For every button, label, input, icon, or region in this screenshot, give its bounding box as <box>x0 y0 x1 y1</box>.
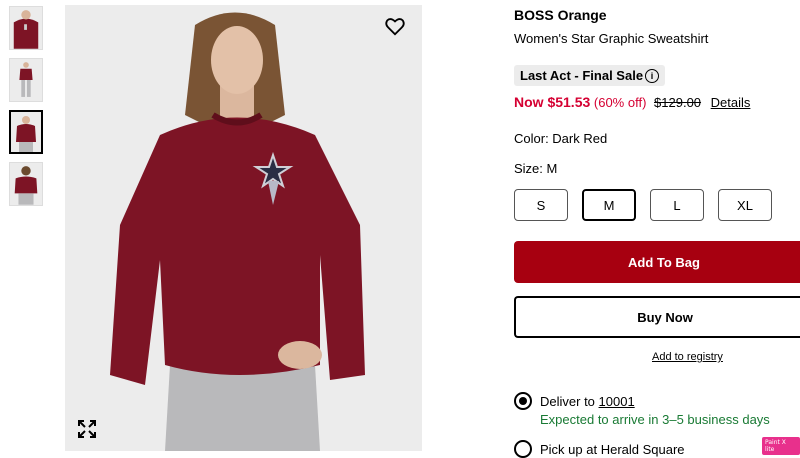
size-option-l[interactable]: L <box>650 189 704 221</box>
thumbnail-image <box>10 59 42 101</box>
size-option-xl[interactable]: XL <box>718 189 772 221</box>
pickup-option: Pick up at Herald Square <box>540 442 685 457</box>
size-option-m[interactable]: M <box>582 189 636 221</box>
size-selector: S M L XL <box>514 189 772 221</box>
add-to-registry-link[interactable]: Add to registry <box>652 351 723 363</box>
thumbnail-2[interactable] <box>9 58 43 102</box>
thumbnail-strip <box>9 6 45 214</box>
badge-label: Last Act - Final Sale <box>520 68 644 83</box>
thumbnail-3[interactable] <box>9 110 43 154</box>
deliver-option: Deliver to 10001 <box>540 394 635 409</box>
radio-selected-dot <box>519 397 527 405</box>
size-label: Size: M <box>514 161 558 176</box>
delivery-estimate: Expected to arrive in 3–5 business days <box>540 412 770 427</box>
discount-percent: (60% off) <box>593 95 647 110</box>
zip-code-link[interactable]: 10001 <box>599 394 635 409</box>
product-brand[interactable]: BOSS Orange <box>514 7 607 23</box>
final-sale-badge: Last Act - Final Sale i <box>514 65 666 86</box>
favorite-heart-icon[interactable] <box>384 15 406 37</box>
thumbnail-image <box>11 112 41 152</box>
info-icon[interactable]: i <box>645 68 660 83</box>
thumbnail-1[interactable] <box>9 6 43 50</box>
original-price: $129.00 <box>654 95 702 110</box>
details-link[interactable]: Details <box>711 95 751 110</box>
deliver-label: Deliver to <box>540 394 599 409</box>
main-product-image[interactable] <box>65 5 422 451</box>
thumbnail-4[interactable] <box>9 162 43 206</box>
product-photo <box>65 5 422 451</box>
add-to-bag-button[interactable]: Add To Bag <box>514 241 800 283</box>
thumbnail-image <box>10 7 42 49</box>
size-option-s[interactable]: S <box>514 189 568 221</box>
color-label: Color: Dark Red <box>514 131 608 146</box>
expand-fullscreen-icon[interactable] <box>77 419 97 439</box>
deliver-radio[interactable] <box>514 392 532 410</box>
product-name: Women's Star Graphic Sweatshirt <box>514 31 709 46</box>
buy-now-button[interactable]: Buy Now <box>514 296 800 338</box>
pickup-radio[interactable] <box>514 440 532 458</box>
sale-price: Now $51.53 <box>514 94 591 110</box>
price-row: Now $51.53 (60% off) $129.00 Details <box>514 94 750 110</box>
overlay-badge[interactable]: Paint X lite <box>762 437 800 455</box>
thumbnail-image <box>10 163 42 205</box>
